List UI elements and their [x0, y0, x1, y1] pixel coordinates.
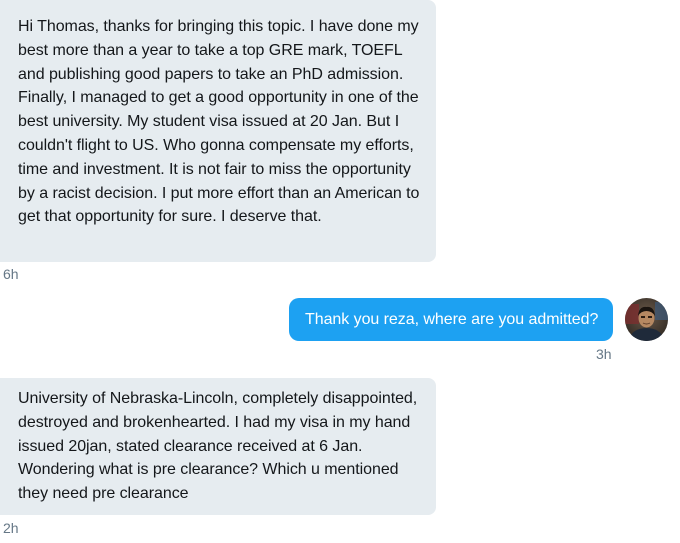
message-timestamp: 6h — [3, 266, 19, 282]
message-timestamp: 3h — [596, 346, 612, 362]
message-timestamp: 2h — [3, 520, 19, 536]
avatar[interactable] — [625, 298, 668, 341]
message-text: Hi Thomas, thanks for bringing this topi… — [18, 18, 420, 226]
message-bubble-received: University of Nebraska-Lincoln, complete… — [0, 378, 436, 515]
message-bubble-sent: Thank you reza, where are you admitted? — [289, 298, 613, 341]
avatar-image — [625, 298, 668, 341]
message-text: University of Nebraska-Lincoln, complete… — [18, 390, 418, 503]
message-text: Thank you reza, where are you admitted? — [305, 311, 599, 328]
message-bubble-received: Hi Thomas, thanks for bringing this topi… — [0, 0, 436, 262]
